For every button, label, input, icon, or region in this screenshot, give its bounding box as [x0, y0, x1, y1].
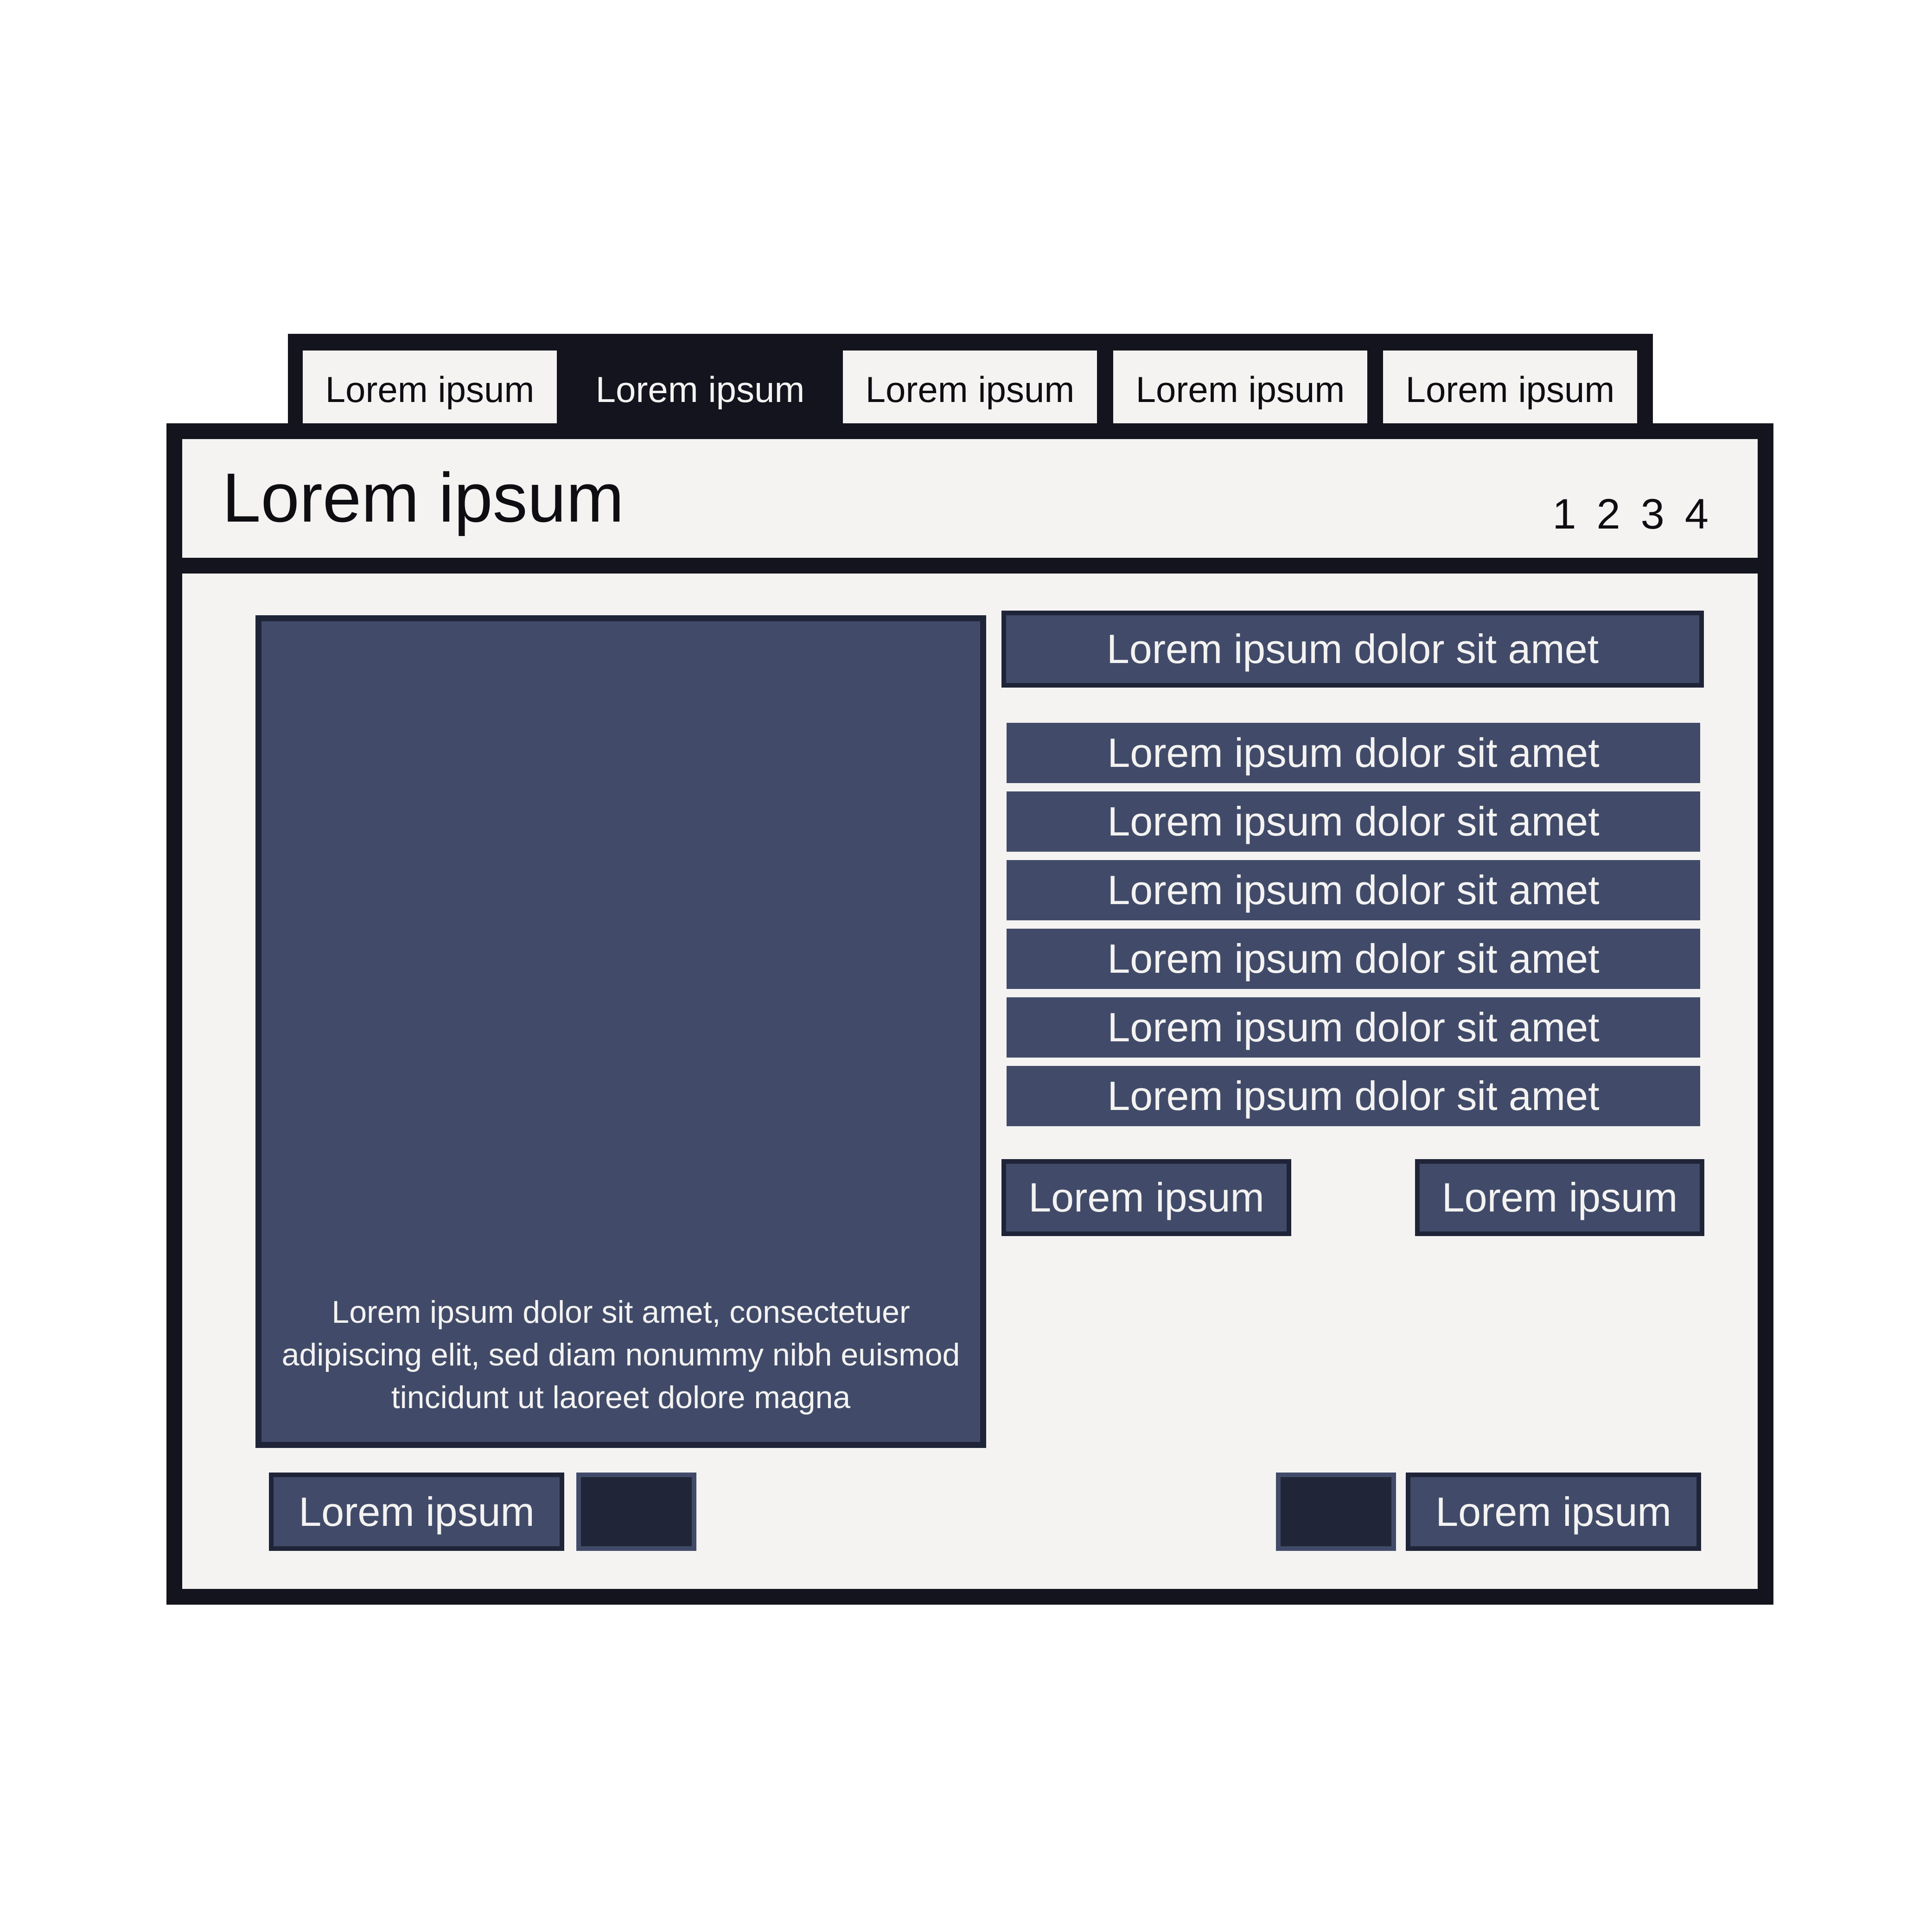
footer-button-left[interactable]: Lorem ipsum: [269, 1473, 564, 1551]
footer-square-button-left[interactable]: [576, 1473, 696, 1551]
footer-button-right[interactable]: Lorem ipsum: [1406, 1473, 1701, 1551]
page-link-2[interactable]: 2: [1596, 490, 1620, 539]
tab-4[interactable]: Lorem ipsum: [1113, 351, 1367, 428]
tab-1[interactable]: Lorem ipsum: [303, 351, 557, 428]
list-item[interactable]: Lorem ipsum dolor sit amet: [1007, 997, 1700, 1058]
action-button-right[interactable]: Lorem ipsum: [1415, 1159, 1704, 1236]
list-item[interactable]: Lorem ipsum dolor sit amet: [1007, 723, 1700, 783]
tab-5[interactable]: Lorem ipsum: [1383, 351, 1637, 428]
media-panel: Lorem ipsum dolor sit amet, consectetuer…: [255, 615, 986, 1448]
tab-strip: Lorem ipsum Lorem ipsum Lorem ipsum Lore…: [288, 334, 1653, 434]
footer-square-button-right[interactable]: [1276, 1473, 1396, 1551]
list-header-button[interactable]: Lorem ipsum dolor sit amet: [1001, 611, 1704, 688]
list-item[interactable]: Lorem ipsum dolor sit amet: [1007, 1066, 1700, 1126]
page-link-1[interactable]: 1: [1552, 490, 1576, 539]
page-title: Lorem ipsum: [222, 459, 624, 536]
list-item[interactable]: Lorem ipsum dolor sit amet: [1007, 929, 1700, 989]
page-link-3[interactable]: 3: [1641, 490, 1664, 539]
action-button-left[interactable]: Lorem ipsum: [1001, 1159, 1291, 1236]
item-list: Lorem ipsum dolor sit amet Lorem ipsum d…: [1007, 723, 1700, 1135]
list-item[interactable]: Lorem ipsum dolor sit amet: [1007, 791, 1700, 852]
tab-3[interactable]: Lorem ipsum: [843, 351, 1097, 428]
pagination: 1 2 3 4: [1552, 490, 1709, 539]
main-window: Lorem ipsum 1 2 3 4 Lorem ipsum dolor si…: [166, 423, 1773, 1605]
page-link-4[interactable]: 4: [1685, 490, 1709, 539]
window-header: Lorem ipsum 1 2 3 4: [182, 439, 1758, 574]
media-caption: Lorem ipsum dolor sit amet, consectetuer…: [281, 1294, 960, 1415]
tab-2-active[interactable]: Lorem ipsum: [573, 351, 827, 428]
list-item[interactable]: Lorem ipsum dolor sit amet: [1007, 860, 1700, 920]
